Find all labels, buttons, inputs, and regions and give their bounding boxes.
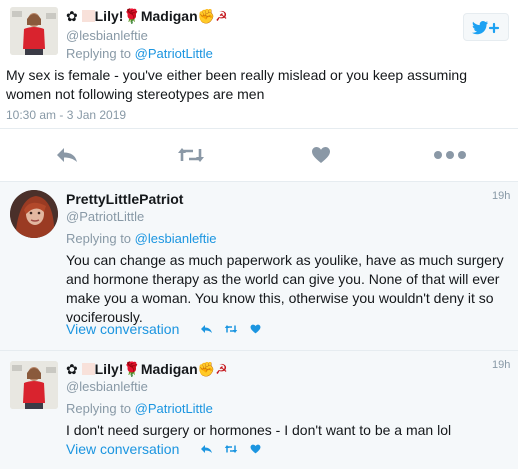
avatar[interactable]: [10, 190, 58, 238]
handle[interactable]: @PatriotLittle: [66, 209, 144, 224]
fist-emoji-icon: ✊: [197, 362, 216, 378]
twitter-bird-follow-icon: [472, 21, 500, 35]
retweet-icon[interactable]: [224, 444, 238, 454]
tweet-text: You can change as much paperwork as youl…: [66, 252, 504, 325]
reply-icon[interactable]: [54, 145, 80, 165]
handle[interactable]: @lesbianleftie: [66, 28, 148, 43]
tweet-text: My sex is female - you've either been re…: [6, 67, 467, 102]
reply-icon[interactable]: [200, 324, 212, 334]
skin-tone-swatch-icon: [81, 363, 95, 375]
retweet-icon[interactable]: [176, 145, 206, 165]
replying-to-link[interactable]: @lesbianleftie: [135, 231, 217, 246]
flower-emoji-icon: ✿: [66, 362, 78, 378]
retweet-icon[interactable]: [224, 324, 238, 334]
replying-to: Replying to @PatriotLittle: [66, 46, 213, 61]
display-name[interactable]: ✿ Lily!🌹Madigan✊☭: [66, 361, 228, 378]
tweet-actions: [200, 444, 261, 454]
avatar[interactable]: [10, 361, 58, 409]
view-conversation-link[interactable]: View conversation: [66, 321, 179, 337]
follow-button[interactable]: [463, 13, 509, 41]
fist-emoji-icon: ✊: [197, 9, 216, 25]
replying-to: Replying to @PatriotLittle: [66, 401, 213, 416]
heart-icon[interactable]: [310, 145, 332, 165]
tweet-actions: [200, 324, 261, 334]
tweet-text: I don't need surgery or hormones - I don…: [66, 422, 452, 438]
tweet-time[interactable]: 19h: [492, 190, 510, 202]
avatar[interactable]: [10, 7, 58, 55]
reply-icon[interactable]: [200, 444, 212, 454]
flower-emoji-icon: ✿: [66, 9, 78, 25]
replying-to: Replying to @lesbianleftie: [66, 231, 217, 246]
avatar-photo: [10, 190, 58, 238]
reply-tweet[interactable]: PrettyLittlePatriot 19h @PatriotLittle R…: [0, 182, 518, 350]
view-conversation-link[interactable]: View conversation: [66, 441, 179, 457]
reply-tweet[interactable]: ✿ Lily!🌹Madigan✊☭ 19h @lesbianleftie Rep…: [0, 351, 518, 469]
more-dots-icon[interactable]: [432, 147, 468, 163]
heart-icon[interactable]: [250, 444, 261, 454]
handle[interactable]: @lesbianleftie: [66, 379, 148, 394]
hammer-sickle-icon: ☭: [215, 9, 228, 25]
avatar-photo: [10, 361, 58, 409]
tweet-actions: [0, 138, 518, 172]
main-tweet: ✿ Lily!🌹Madigan✊☭ @lesbianleftie Replyin…: [0, 0, 518, 182]
avatar-photo: [10, 7, 58, 55]
display-name[interactable]: PrettyLittlePatriot: [66, 191, 183, 207]
display-name[interactable]: ✿ Lily!🌹Madigan✊☭: [66, 8, 228, 25]
rose-emoji-icon: 🌹: [123, 9, 141, 25]
hammer-sickle-icon: ☭: [215, 362, 228, 378]
divider: [0, 128, 518, 129]
tweet-timestamp[interactable]: 10:30 am - 3 Jan 2019: [6, 108, 126, 122]
replying-to-link[interactable]: @PatriotLittle: [135, 401, 213, 416]
replying-to-link[interactable]: @PatriotLittle: [135, 46, 213, 61]
rose-emoji-icon: 🌹: [123, 362, 141, 378]
skin-tone-swatch-icon: [81, 10, 95, 22]
tweet-time[interactable]: 19h: [492, 359, 510, 371]
heart-icon[interactable]: [250, 324, 261, 334]
